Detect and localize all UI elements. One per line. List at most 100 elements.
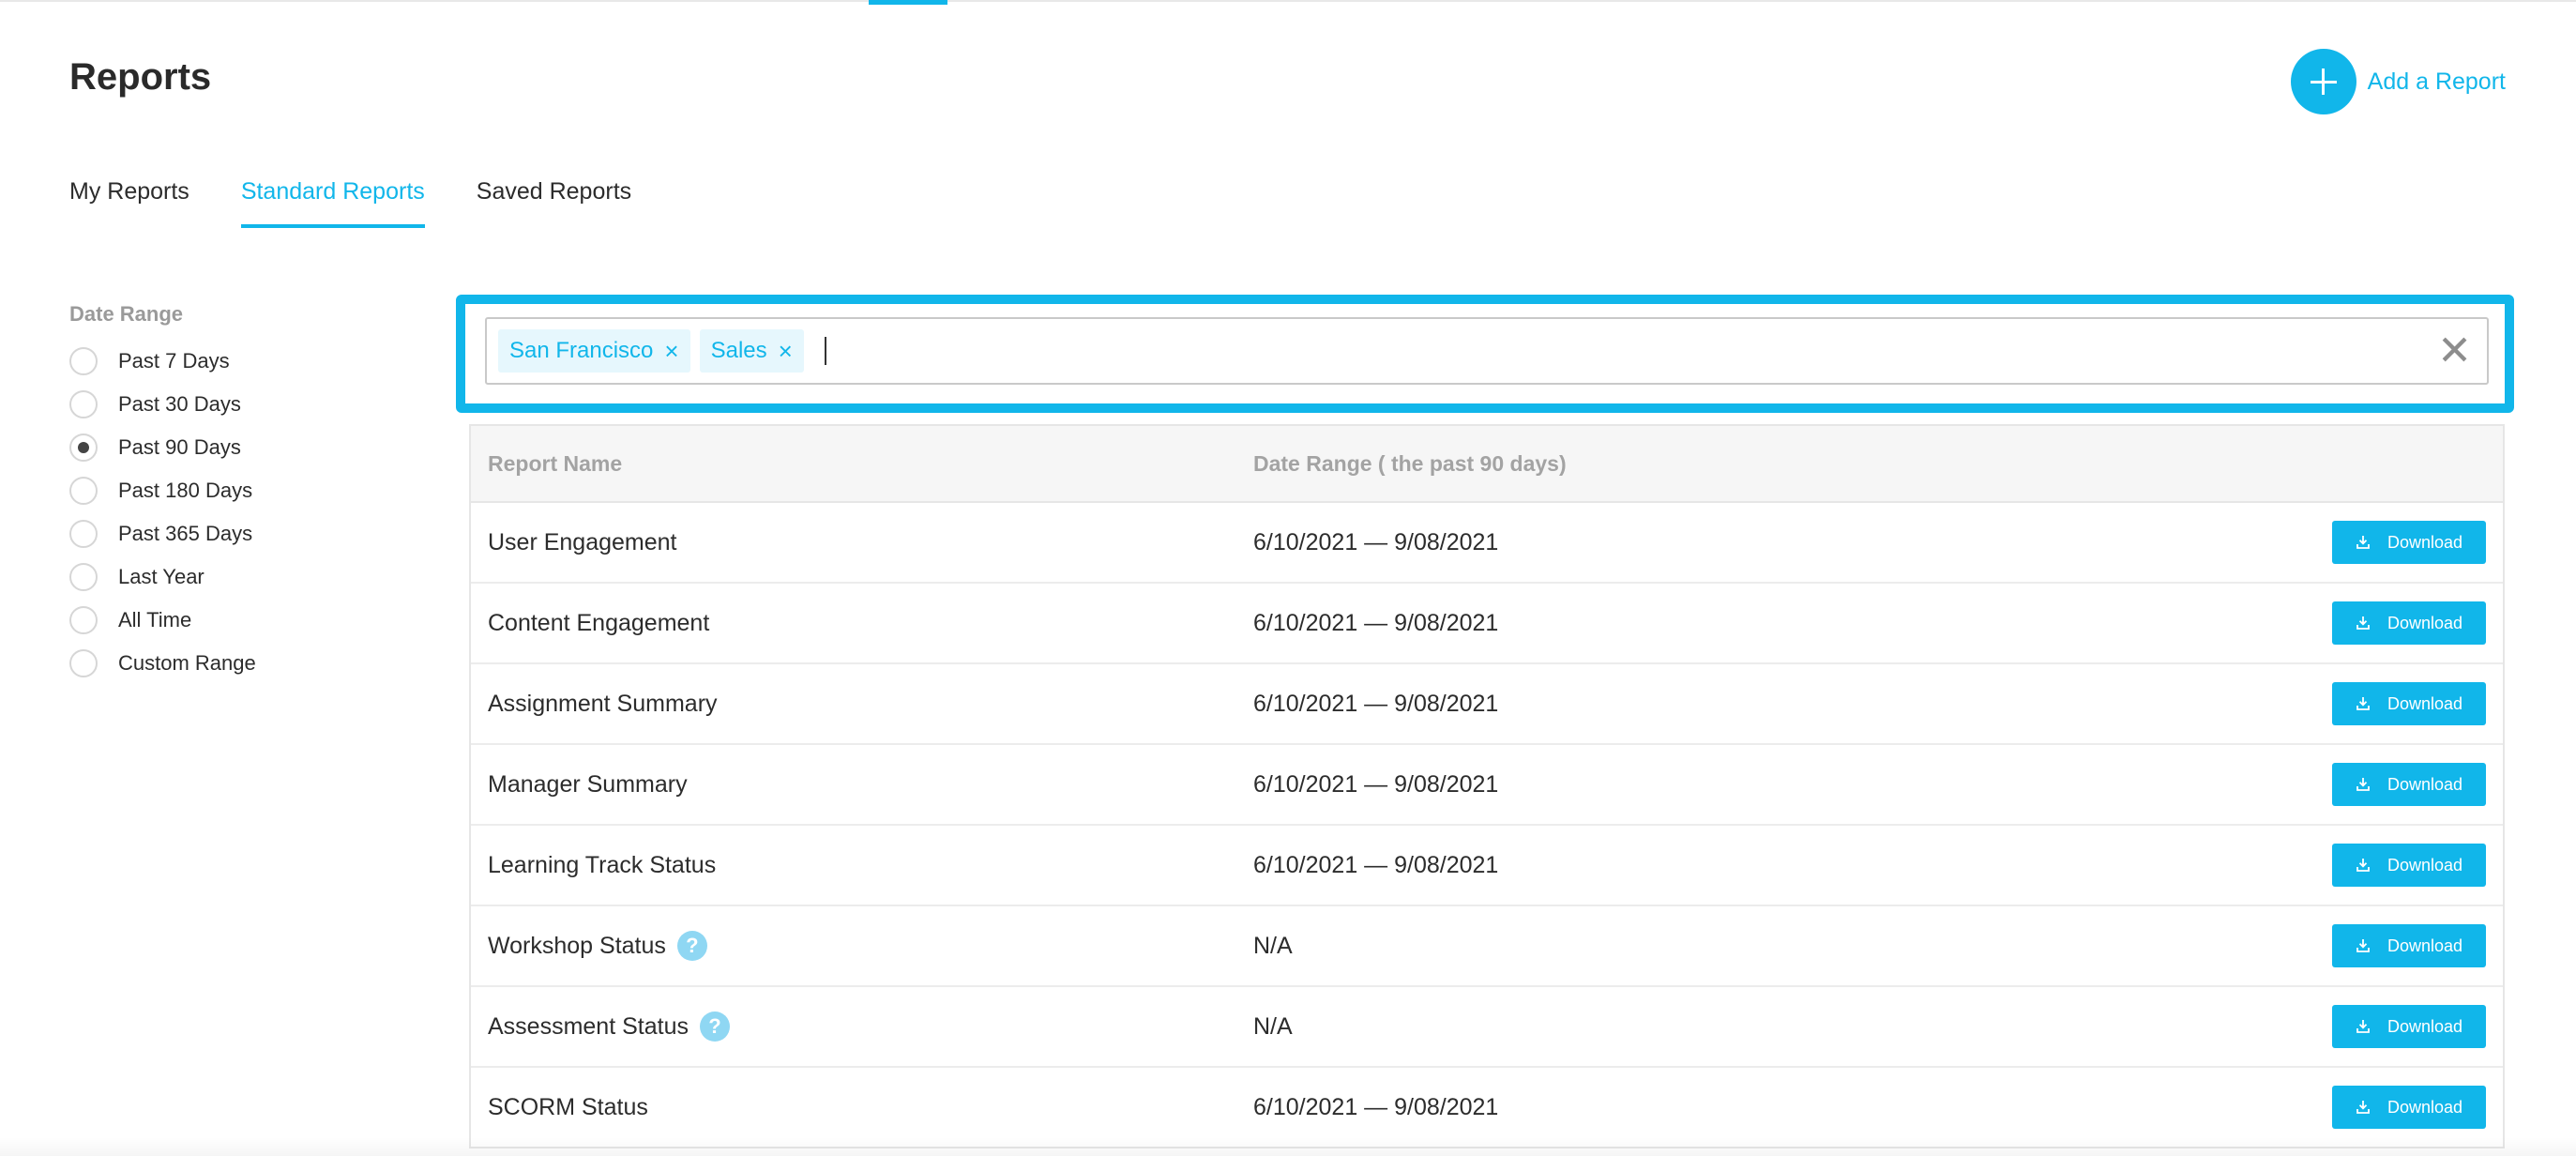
- download-icon: [2356, 697, 2370, 710]
- report-name: User Engagement: [488, 528, 677, 555]
- date-range-cell: 6/10/2021 — 9/08/2021: [1253, 770, 1499, 798]
- radio-label: Last Year: [118, 565, 205, 588]
- download-icon: [2356, 1101, 2370, 1114]
- radio-button[interactable]: [69, 649, 98, 677]
- plus-icon[interactable]: [2290, 49, 2356, 114]
- radio-past-90-days[interactable]: Past 90 Days: [69, 426, 256, 469]
- action-cell: Download: [1910, 601, 2503, 645]
- download-icon: [2356, 536, 2370, 549]
- clear-search-icon[interactable]: ✕: [2437, 327, 2472, 375]
- action-cell: Download: [1910, 1086, 2503, 1129]
- download-icon: [2356, 1020, 2370, 1033]
- report-name-cell: Assessment Status?: [471, 1012, 1253, 1042]
- download-icon: [2356, 939, 2370, 952]
- filter-search-input[interactable]: San Francisco × Sales × ✕: [485, 317, 2489, 385]
- radio-label: Past 7 Days: [118, 349, 230, 373]
- radio-button[interactable]: [69, 477, 98, 505]
- header-report-name: Report Name: [488, 450, 623, 476]
- table-row: Assessment Status? N/A Download: [471, 987, 2503, 1068]
- radio-button[interactable]: [69, 347, 98, 375]
- report-name-cell: Manager Summary: [471, 771, 1253, 799]
- download-button[interactable]: Download: [2332, 1086, 2486, 1129]
- report-name-cell: SCORM Status: [471, 1094, 1253, 1121]
- chip-remove-icon[interactable]: ×: [664, 337, 678, 366]
- report-name-cell: Content Engagement: [471, 610, 1253, 637]
- page-title: Reports: [69, 56, 212, 98]
- report-tabs: My Reports Standard Reports Saved Report…: [69, 178, 683, 228]
- download-label[interactable]: Download: [2387, 936, 2462, 956]
- date-range-cell: 6/10/2021 — 9/08/2021: [1253, 609, 1499, 636]
- date-range-options: Past 7 Days Past 30 Days Past 90 Days Pa…: [69, 340, 256, 685]
- download-label[interactable]: Download: [2387, 1017, 2462, 1037]
- report-name-cell: Assignment Summary: [471, 691, 1253, 718]
- tab-my-reports[interactable]: My Reports: [69, 178, 189, 228]
- radio-button[interactable]: [69, 520, 98, 548]
- radio-button-selected[interactable]: [69, 434, 98, 462]
- date-range-cell: 6/10/2021 — 9/08/2021: [1253, 690, 1499, 717]
- table-row: Manager Summary 6/10/2021 — 9/08/2021 Down…: [471, 745, 2503, 826]
- download-icon: [2356, 778, 2370, 791]
- radio-button[interactable]: [69, 563, 98, 591]
- radio-label: Past 90 Days: [118, 435, 241, 459]
- report-name: Manager Summary: [488, 770, 688, 798]
- filter-chip-sales: Sales ×: [699, 329, 804, 373]
- chip-label: Sales: [710, 338, 767, 363]
- report-name: SCORM Status: [488, 1093, 648, 1120]
- download-button[interactable]: Download: [2332, 763, 2486, 806]
- text-cursor: [824, 337, 826, 365]
- chip-remove-icon[interactable]: ×: [779, 337, 793, 366]
- radio-past-365-days[interactable]: Past 365 Days: [69, 512, 256, 555]
- radio-button[interactable]: [69, 606, 98, 634]
- download-label[interactable]: Download: [2387, 694, 2462, 714]
- radio-button[interactable]: [69, 390, 98, 418]
- download-icon: [2356, 616, 2370, 630]
- report-name: Workshop Status: [488, 932, 666, 959]
- download-label[interactable]: Download: [2387, 614, 2462, 633]
- radio-past-30-days[interactable]: Past 30 Days: [69, 383, 256, 426]
- add-report-button[interactable]: Add a Report: [2290, 49, 2506, 114]
- action-cell: Download: [1910, 1005, 2503, 1048]
- radio-label: Past 365 Days: [118, 522, 253, 545]
- date-range-cell: N/A: [1253, 1012, 1293, 1040]
- report-name-cell: User Engagement: [471, 529, 1253, 556]
- download-button[interactable]: Download: [2332, 844, 2486, 887]
- table-row: Workshop Status? N/A Download: [471, 906, 2503, 987]
- action-cell: Download: [1910, 521, 2503, 564]
- download-button[interactable]: Download: [2332, 601, 2486, 645]
- radio-custom-range[interactable]: Custom Range: [69, 642, 256, 685]
- table-body: User Engagement 6/10/2021 — 9/08/2021 Down…: [471, 503, 2503, 1147]
- download-label[interactable]: Download: [2387, 775, 2462, 795]
- radio-label: Past 30 Days: [118, 392, 241, 416]
- download-icon: [2356, 859, 2370, 872]
- date-range-heading: Date Range: [69, 302, 184, 326]
- radio-label: Custom Range: [118, 651, 256, 675]
- table-row: SCORM Status 6/10/2021 — 9/08/2021 Downloa…: [471, 1068, 2503, 1147]
- download-label[interactable]: Download: [2387, 856, 2462, 875]
- add-report-label[interactable]: Add a Report: [2368, 68, 2506, 96]
- download-button[interactable]: Download: [2332, 924, 2486, 967]
- radio-last-year[interactable]: Last Year: [69, 555, 256, 599]
- download-button[interactable]: Download: [2332, 682, 2486, 725]
- tab-saved-reports[interactable]: Saved Reports: [477, 178, 631, 228]
- help-circle-icon[interactable]: ?: [676, 931, 707, 961]
- header-date-range: Date Range ( the past 90 days): [1253, 450, 1567, 476]
- date-range-cell: 6/10/2021 — 9/08/2021: [1253, 528, 1499, 555]
- top-border: [0, 0, 2576, 2]
- help-circle-icon[interactable]: ?: [699, 1012, 730, 1042]
- table-row: Learning Track Status 6/10/2021 — 9/08/20…: [471, 826, 2503, 906]
- download-label[interactable]: Download: [2387, 1098, 2462, 1118]
- radio-all-time[interactable]: All Time: [69, 599, 256, 642]
- report-name-cell: Workshop Status?: [471, 931, 1253, 961]
- radio-past-180-days[interactable]: Past 180 Days: [69, 469, 256, 512]
- reports-table: Report Name Date Range ( the past 90 day…: [469, 424, 2505, 1148]
- download-label[interactable]: Download: [2387, 533, 2462, 553]
- download-button[interactable]: Download: [2332, 521, 2486, 564]
- report-name: Content Engagement: [488, 609, 710, 636]
- table-row: User Engagement 6/10/2021 — 9/08/2021 Down…: [471, 503, 2503, 584]
- radio-past-7-days[interactable]: Past 7 Days: [69, 340, 256, 383]
- tab-standard-reports[interactable]: Standard Reports: [240, 178, 425, 228]
- report-name: Assessment Status: [488, 1012, 689, 1040]
- filter-chip-san-francisco: San Francisco ×: [498, 329, 690, 373]
- download-button[interactable]: Download: [2332, 1005, 2486, 1048]
- action-cell: Download: [1910, 924, 2503, 967]
